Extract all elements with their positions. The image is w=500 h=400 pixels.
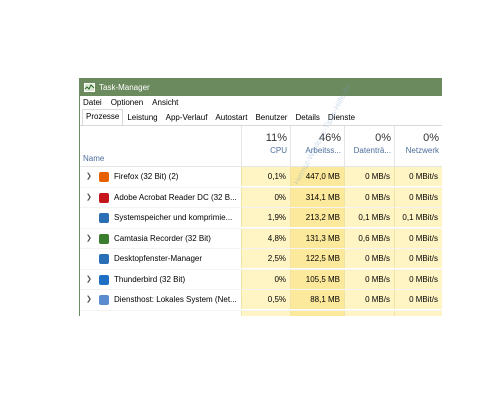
disk-cell: 0,6 MB/s [344, 228, 394, 248]
column-header-name[interactable]: Name [83, 154, 104, 163]
network-cell: 0 MBit/s [394, 249, 442, 268]
memory-cell: 447,0 MB [290, 167, 344, 186]
memory-total: 46% [318, 132, 341, 144]
system-icon [99, 213, 109, 223]
process-row[interactable]: Desktopfenster-Manager 2,5% 122,5 MB 0 MB/s… [80, 249, 442, 270]
memory-cell: 88,1 MB [290, 290, 344, 309]
disk-cell: 0 MB/s [344, 310, 394, 316]
disk-cell: 0 MB/s [344, 249, 394, 268]
network-cell: 0 MBit/s [394, 187, 442, 207]
network-label: Netzwerk [405, 146, 439, 155]
memory-cell: 82,3 MB [290, 310, 344, 316]
column-header-cpu[interactable]: 11% CPU [241, 126, 291, 166]
menu-item-datei[interactable]: Datei [83, 98, 102, 107]
window-title: Task-Manager [99, 82, 150, 92]
gear-icon [99, 295, 109, 305]
memory-cell: 314,1 MB [290, 187, 344, 207]
acrobat-icon [99, 192, 109, 203]
disk-cell: 0 MB/s [344, 290, 394, 309]
network-cell: 0 MBit/s [394, 290, 442, 309]
process-name: Diensthost: Lokales System (Net... [114, 295, 237, 304]
cpu-cell: 0% [241, 269, 290, 289]
network-cell: 0 MBit/s [394, 310, 442, 316]
tab-prozesse[interactable]: Prozesse [82, 109, 124, 125]
memory-cell: 213,2 MB [290, 208, 344, 227]
memory-label: Arbeitss... [305, 146, 341, 155]
cpu-cell: 0% [241, 310, 290, 316]
disk-total: 0% [375, 132, 391, 144]
menu-item-optionen[interactable]: Optionen [111, 98, 143, 107]
column-header-memory[interactable]: 46% Arbeitss... [290, 126, 345, 166]
cpu-total: 11% [265, 132, 287, 144]
memory-cell: 122,5 MB [290, 249, 344, 268]
search-icon [99, 315, 109, 316]
process-row[interactable]: ❯ Adobe Acrobat Reader DC (32 B... 0% 314,1… [80, 187, 442, 208]
disk-cell: 0 MB/s [344, 167, 394, 186]
disk-label: Datenträ... [353, 146, 391, 155]
process-name: Desktopfenster-Manager [114, 254, 203, 263]
memory-cell: 131,3 MB [290, 228, 344, 248]
title-bar[interactable]: Task-Manager [80, 78, 442, 96]
process-list: ❯ Firefox (32 Bit) (2) 0,1% 447,0 MB 0 MB/s 0… [80, 167, 442, 316]
process-name: Camtasia Recorder (32 Bit) [114, 233, 211, 243]
process-name: Thunderbird (32 Bit) [114, 274, 186, 284]
network-cell: 0,1 MBit/s [394, 208, 442, 227]
memory-cell: 105,5 MB [290, 269, 344, 289]
chevron-right-icon[interactable]: ❯ [86, 172, 92, 180]
tab-details[interactable]: Details [291, 110, 323, 125]
cpu-cell: 0,1% [241, 167, 290, 186]
process-name: Systemspeicher und komprimie... [114, 213, 233, 222]
disk-cell: 0 MB/s [344, 269, 394, 289]
window-manager-icon [99, 254, 109, 264]
process-row[interactable]: ❯ Microsoft Windows Search-Ind...0%82,3 M… [80, 310, 442, 317]
tab-app-verlauf[interactable]: App-Verlauf [162, 110, 212, 125]
cpu-cell: 4,8% [241, 228, 290, 248]
cpu-cell: 2,5% [241, 249, 290, 268]
process-name: Adobe Acrobat Reader DC (32 B... [114, 192, 237, 202]
process-name: Firefox (32 Bit) (2) [114, 172, 179, 181]
thunderbird-icon [99, 274, 109, 285]
process-row[interactable]: Systemspeicher und komprimie... 1,9% 213,2… [80, 208, 442, 229]
tab-leistung[interactable]: Leistung [123, 110, 161, 125]
tab-benutzer[interactable]: Benutzer [251, 110, 291, 125]
chevron-right-icon[interactable]: ❯ [86, 295, 92, 303]
chevron-right-icon[interactable]: ❯ [86, 316, 92, 317]
network-total: 0% [423, 132, 439, 144]
tab-dienste[interactable]: Dienste [324, 110, 359, 125]
process-row[interactable]: ❯ Camtasia Recorder (32 Bit) 4,8% 131,3 MB 0… [80, 228, 442, 249]
network-cell: 0 MBit/s [394, 167, 442, 186]
chevron-right-icon[interactable]: ❯ [86, 193, 92, 201]
camtasia-icon [99, 233, 109, 244]
process-name: Microsoft Windows Search-Ind... [114, 316, 239, 317]
disk-cell: 0,1 MB/s [344, 208, 394, 227]
tab-bar: Prozesse Leistung App-Verlauf Autostart … [80, 109, 442, 126]
disk-cell: 0 MB/s [344, 187, 394, 207]
menu-item-ansicht[interactable]: Ansicht [152, 98, 178, 107]
task-manager-window: Task-Manager Datei Optionen Ansicht Proz… [79, 78, 442, 316]
table-header: Name 11% CPU 46% Arbeitss... 0% Datenträ… [80, 126, 442, 167]
cpu-cell: 0,5% [241, 290, 290, 309]
menu-bar: Datei Optionen Ansicht [80, 96, 442, 109]
tab-autostart[interactable]: Autostart [211, 110, 251, 125]
cpu-cell: 1,9% [241, 208, 290, 227]
process-row[interactable]: ❯ Diensthost: Lokales System (Net... 0,5% 8… [80, 290, 442, 311]
chevron-right-icon[interactable]: ❯ [86, 234, 92, 242]
network-cell: 0 MBit/s [394, 228, 442, 248]
network-cell: 0 MBit/s [394, 269, 442, 289]
firefox-icon [99, 172, 109, 182]
chevron-right-icon[interactable]: ❯ [86, 275, 92, 283]
column-header-disk[interactable]: 0% Datenträ... [344, 126, 395, 166]
task-manager-icon [84, 82, 95, 92]
process-row[interactable]: ❯ Firefox (32 Bit) (2) 0,1% 447,0 MB 0 MB/s 0… [80, 167, 442, 188]
cpu-label: CPU [270, 146, 287, 155]
cpu-cell: 0% [241, 187, 290, 207]
process-row[interactable]: ❯ Thunderbird (32 Bit) 0% 105,5 MB 0 MB/s 0 M… [80, 269, 442, 290]
column-header-network[interactable]: 0% Netzwerk [394, 126, 442, 166]
